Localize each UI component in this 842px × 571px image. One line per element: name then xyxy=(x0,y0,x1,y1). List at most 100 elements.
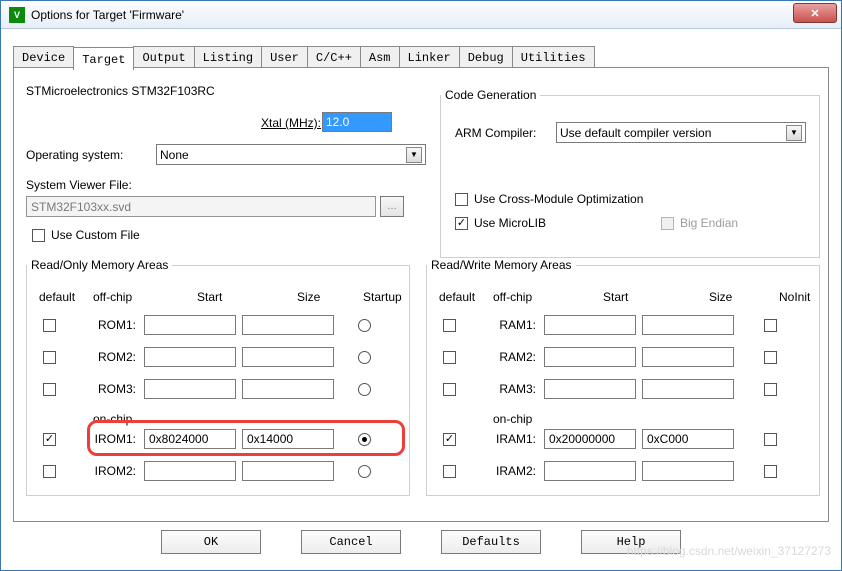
default-checkbox[interactable] xyxy=(443,465,456,478)
row-label: IROM1: xyxy=(80,432,136,446)
noinit-checkbox[interactable] xyxy=(764,465,777,478)
operating-system-select[interactable]: None ▼ xyxy=(156,144,426,165)
size-input[interactable] xyxy=(242,347,334,367)
defaults-button[interactable]: Defaults xyxy=(441,530,541,554)
arm-compiler-select[interactable]: Use default compiler version ▼ xyxy=(556,122,806,143)
default-checkbox[interactable] xyxy=(443,319,456,332)
default-checkbox[interactable] xyxy=(43,465,56,478)
memory-row: IRAM1: xyxy=(443,428,777,450)
chevron-down-icon[interactable]: ▼ xyxy=(786,125,802,141)
tab-asm[interactable]: Asm xyxy=(360,46,400,69)
tab-device[interactable]: Device xyxy=(13,46,74,69)
start-input[interactable] xyxy=(144,379,236,399)
size-input[interactable] xyxy=(242,429,334,449)
row-label: RAM1: xyxy=(480,318,536,332)
xtal-input[interactable] xyxy=(322,112,392,132)
col-start: Start xyxy=(197,290,222,304)
ok-button[interactable]: OK xyxy=(161,530,261,554)
size-input[interactable] xyxy=(242,461,334,481)
start-input[interactable] xyxy=(544,379,636,399)
startup-radio[interactable] xyxy=(358,319,371,332)
col-size: Size xyxy=(709,290,732,304)
memory-row: ROM1: xyxy=(43,314,371,336)
row-label: RAM2: xyxy=(480,350,536,364)
size-input[interactable] xyxy=(642,315,734,335)
tab-user[interactable]: User xyxy=(261,46,308,69)
row-label: ROM3: xyxy=(80,382,136,396)
xtal-label: Xtal (MHz): xyxy=(261,116,321,130)
app-icon: V xyxy=(9,7,25,23)
tab-linker[interactable]: Linker xyxy=(399,46,460,69)
default-checkbox[interactable] xyxy=(443,351,456,364)
noinit-checkbox[interactable] xyxy=(764,433,777,446)
button-bar: OK Cancel Defaults Help xyxy=(1,530,841,562)
size-input[interactable] xyxy=(242,315,334,335)
default-checkbox[interactable] xyxy=(43,433,56,446)
default-checkbox[interactable] xyxy=(443,433,456,446)
readonly-memory-legend: Read/Only Memory Areas xyxy=(27,258,172,272)
system-viewer-file-label: System Viewer File: xyxy=(26,178,132,192)
default-checkbox[interactable] xyxy=(43,319,56,332)
titlebar: V Options for Target 'Firmware' ✕ xyxy=(1,1,841,29)
col-startup: Startup xyxy=(363,290,402,304)
start-input[interactable] xyxy=(144,347,236,367)
noinit-checkbox[interactable] xyxy=(764,319,777,332)
col-noinit: NoInit xyxy=(779,290,810,304)
start-input[interactable] xyxy=(144,429,236,449)
startup-radio[interactable] xyxy=(358,465,371,478)
cross-module-checkbox[interactable] xyxy=(455,193,468,206)
size-input[interactable] xyxy=(642,429,734,449)
big-endian-label: Big Endian xyxy=(680,216,738,230)
use-custom-file-checkbox[interactable] xyxy=(32,229,45,242)
size-input[interactable] xyxy=(642,461,734,481)
target-panel: STMicroelectronics STM32F103RC Xtal (MHz… xyxy=(13,67,829,522)
startup-radio[interactable] xyxy=(358,433,371,446)
help-button[interactable]: Help xyxy=(581,530,681,554)
cancel-button[interactable]: Cancel xyxy=(301,530,401,554)
row-label: ROM1: xyxy=(80,318,136,332)
memory-row: RAM2: xyxy=(443,346,777,368)
memory-row: ROM3: xyxy=(43,378,371,400)
readwrite-memory-legend: Read/Write Memory Areas xyxy=(427,258,576,272)
memory-row: ROM2: xyxy=(43,346,371,368)
tab-listing[interactable]: Listing xyxy=(194,46,262,69)
code-generation-group: Code Generation ARM Compiler: Use defaul… xyxy=(440,88,820,258)
start-input[interactable] xyxy=(544,347,636,367)
default-checkbox[interactable] xyxy=(443,383,456,396)
start-input[interactable] xyxy=(144,315,236,335)
memory-row: RAM3: xyxy=(443,378,777,400)
noinit-checkbox[interactable] xyxy=(764,351,777,364)
startup-radio[interactable] xyxy=(358,351,371,364)
start-input[interactable] xyxy=(544,461,636,481)
chevron-down-icon[interactable]: ▼ xyxy=(406,147,422,163)
start-input[interactable] xyxy=(544,315,636,335)
startup-radio[interactable] xyxy=(358,383,371,396)
size-input[interactable] xyxy=(642,379,734,399)
memory-row: IROM2: xyxy=(43,460,371,482)
readwrite-memory-group: Read/Write Memory Areas default off-chip… xyxy=(426,258,820,496)
col-start: Start xyxy=(603,290,628,304)
default-checkbox[interactable] xyxy=(43,351,56,364)
onchip-label: on-chip xyxy=(93,412,132,426)
tab-debug[interactable]: Debug xyxy=(459,46,513,69)
start-input[interactable] xyxy=(144,461,236,481)
device-label: STMicroelectronics STM32F103RC xyxy=(26,84,215,98)
size-input[interactable] xyxy=(242,379,334,399)
tab-output[interactable]: Output xyxy=(133,46,194,69)
default-checkbox[interactable] xyxy=(43,383,56,396)
row-label: IRAM1: xyxy=(480,432,536,446)
svf-browse-button[interactable]: … xyxy=(380,196,404,217)
tab-c-c-[interactable]: C/C++ xyxy=(307,46,361,69)
tab-utilities[interactable]: Utilities xyxy=(512,46,595,69)
microlib-checkbox[interactable] xyxy=(455,217,468,230)
start-input[interactable] xyxy=(544,429,636,449)
noinit-checkbox[interactable] xyxy=(764,383,777,396)
system-viewer-file-input: STM32F103xx.svd xyxy=(26,196,376,217)
row-label: IRAM2: xyxy=(480,464,536,478)
use-custom-file-label: Use Custom File xyxy=(51,228,140,242)
tab-target[interactable]: Target xyxy=(73,47,134,70)
close-button[interactable]: ✕ xyxy=(793,3,837,23)
col-offchip: off-chip xyxy=(93,290,132,304)
col-default: default xyxy=(39,290,75,304)
size-input[interactable] xyxy=(642,347,734,367)
